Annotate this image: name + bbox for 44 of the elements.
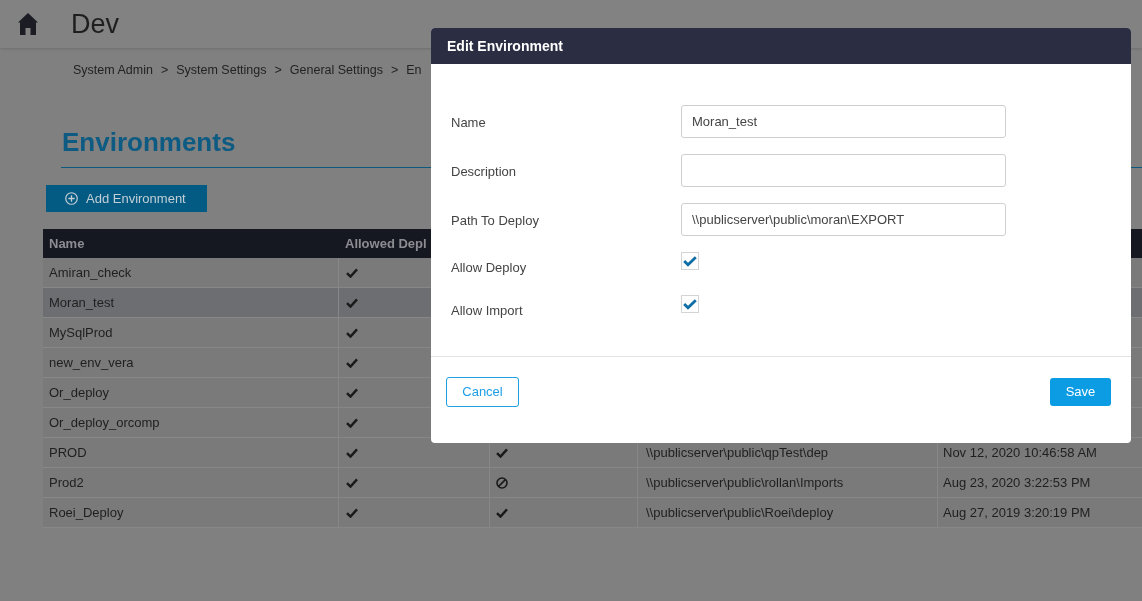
table-cell: Or_deploy [49, 385, 109, 400]
dialog-title: Edit Environment [447, 36, 563, 56]
column-header: Name [49, 234, 85, 253]
add-environment-button[interactable]: Add Environment [46, 185, 207, 212]
input-field[interactable]: Moran_test [681, 105, 1006, 138]
input-field[interactable] [681, 154, 1006, 187]
table-cell: Moran_test [49, 295, 115, 310]
table-cell-text: \\publicserver\public\qpTest\dep [646, 443, 829, 462]
table-cell-text: \\publicserver\public\rollan\Imports [646, 473, 844, 492]
breadcrumb-link[interactable]: System Settings [176, 60, 267, 80]
breadcrumb-link[interactable]: System Admin [73, 60, 153, 80]
table-cell-text: \\publicserver\public\Roei\deploy [646, 503, 834, 522]
field-label: Allow Deploy [451, 260, 527, 275]
cancel-button[interactable]: Cancel [446, 377, 519, 407]
breadcrumb-link[interactable]: En [406, 60, 422, 80]
plus-circle-icon [65, 192, 78, 205]
field-label: Allow Import [451, 303, 523, 318]
home-icon[interactable] [18, 13, 38, 35]
table-row[interactable]: Roei_Deploy \\publicserver\public\Roei\deploy Aug 27, 2019 3:20:19 PM [43, 498, 1142, 528]
table-cell: new_env_vera [49, 355, 134, 370]
table-cell: Amiran_check [49, 265, 132, 280]
checkbox[interactable] [681, 295, 699, 313]
checkbox[interactable] [681, 252, 699, 270]
table-cell: Roei_Deploy [49, 505, 124, 520]
page-title: Environments [62, 126, 237, 158]
input-field[interactable]: \\publicserver\public\moran\EXPORT [681, 203, 1006, 236]
field-label: Path To Deploy [451, 212, 539, 228]
save-button[interactable]: Save [1050, 378, 1111, 406]
table-row[interactable]: Prod2 \\publicserver\public\rollan\Imports Aug 23, 2020 3:22:53 PM [43, 468, 1142, 498]
field-label: Name [451, 114, 486, 130]
table-cell-text: Nov 12, 2020 10:46:58 AM [943, 443, 1097, 462]
breadcrumb-separator: > [274, 62, 282, 79]
field-label: Description [451, 163, 517, 179]
page-header-title: Dev [71, 8, 119, 41]
breadcrumb-separator: > [160, 62, 169, 79]
breadcrumb-separator: > [390, 62, 399, 79]
table-cell: Prod2 [49, 475, 84, 490]
table-cell: Or_deploy_orcomp [49, 415, 160, 430]
table-cell-text: Aug 27, 2019 3:20:19 PM [943, 503, 1091, 522]
column-header: Allowed Depl [345, 234, 427, 253]
breadcrumb-link[interactable]: General Settings [289, 60, 383, 80]
table-cell: PROD [49, 445, 87, 460]
table-cell-text: Aug 23, 2020 3:22:53 PM [943, 473, 1091, 492]
table-cell: MySqlProd [49, 325, 113, 340]
